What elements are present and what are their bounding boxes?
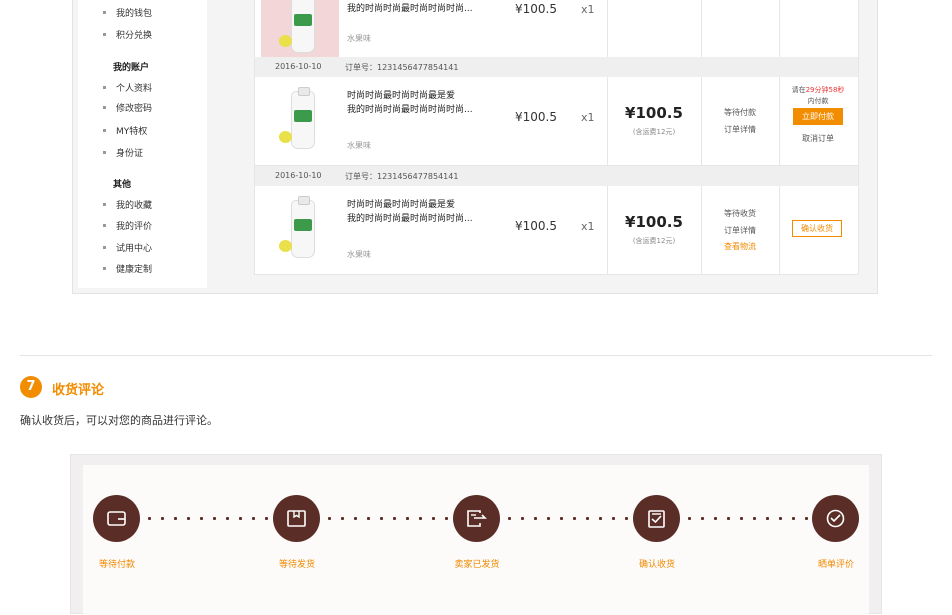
order-total: ¥100.5 [625,213,683,231]
sidebar-item-favorites[interactable]: 我的收藏 [102,198,152,211]
step-connector [143,517,271,520]
step-label-confirm-receipt: 确认收货 [638,560,675,570]
order-number: 订单号：1231456477854141 [345,172,459,181]
pay-now-button[interactable]: 立即付款 [793,108,843,125]
section-divider [20,355,932,356]
product-title-line2[interactable]: 我的时尚时尚最时尚时尚时尚... [347,212,487,226]
lemon-icon [279,240,292,252]
product-image[interactable] [261,0,339,57]
lemon-icon [279,35,292,47]
sidebar-item-points[interactable]: 积分兑换 [102,28,152,41]
check-box-icon [648,510,665,528]
sidebar-item-id-card[interactable]: 身份证 [102,146,143,159]
column-divider [779,186,780,274]
sidebar-item-reviews[interactable]: 我的评价 [102,219,152,232]
sidebar-item-privilege[interactable]: MY特权 [102,124,147,137]
step-label-review: 晒单评价 [817,560,854,570]
product-title[interactable]: 时尚时尚最时尚时尚最是爱 [347,89,487,103]
countdown-suffix: 内付款 [807,97,829,105]
order-date: 2016-10-10 [275,62,322,71]
step-circle-confirm-receipt [633,495,680,542]
step-number-badge: 7 [20,376,42,398]
order-row: 时尚时尚最时尚时尚最是爱 我的时尚时尚最时尚时尚时尚... 水果味 ¥100.5… [255,77,858,166]
product-flavor: 水果味 [347,141,371,150]
order-panel: 我的钱包 积分兑换 我的账户 个人资料 修改密码 MY特权 身份证 其他 我的收… [72,0,878,294]
step-label-shipped: 卖家已发货 [454,560,500,570]
order-detail-link[interactable]: 订单详情 [701,124,779,135]
countdown-prefix: 请在 [791,86,806,94]
product-title-line2[interactable]: 我的时尚时尚最时尚时尚时尚... [347,103,487,117]
countdown-time: 29分钟58秒 [805,86,845,94]
unit-price: ¥100.5 [515,2,557,16]
order-row: 时尚时尚最时尚时尚最是爱 我的时尚时尚最时尚时尚时尚... 水果味 ¥100.5… [255,186,858,275]
confirm-receipt-button[interactable]: 确认收货 [792,220,842,237]
step-connector [503,517,631,520]
order-list: 我的时尚时尚最时尚时尚时尚... 水果味 ¥100.5 x1 2016-10-1… [254,0,859,275]
order-header: 2016-10-10 订单号：1231456477854141 [255,166,858,186]
wallet-icon [107,511,126,526]
column-divider [779,77,780,165]
cancel-order-link[interactable]: 取消订单 [779,133,857,144]
step-circle-pending-payment [93,495,140,542]
step-circle-pending-shipment [273,495,320,542]
shipping-fee: (含运费12元) [632,128,676,136]
product-title[interactable]: 时尚时尚最时尚时尚最是爱 [347,198,487,212]
section-description: 确认收货后，可以对您的商品进行评论。 [20,414,218,427]
product-image[interactable] [261,194,339,262]
order-header: 2016-10-10 订单号：1231456477854141 [255,57,858,77]
order-detail-link[interactable]: 订单详情 [701,225,779,236]
track-logistics-link[interactable]: 查看物流 [701,241,779,252]
sidebar-item-wallet[interactable]: 我的钱包 [102,6,152,19]
step-label-pending-payment: 等待付款 [98,560,135,570]
payment-countdown: 请在29分钟58秒内付款 [789,85,847,107]
bottle-icon [291,0,315,53]
shipping-fee: (含运费12元) [632,237,676,245]
product-image[interactable] [261,85,339,153]
column-divider [701,77,702,165]
step-connector [323,517,451,520]
quantity: x1 [581,3,595,16]
product-flavor: 水果味 [347,250,371,259]
account-sidebar: 我的钱包 积分兑换 我的账户 个人资料 修改密码 MY特权 身份证 其他 我的收… [78,0,207,288]
order-status: 等待收货 [724,209,756,218]
sidebar-item-profile[interactable]: 个人资料 [102,81,152,94]
sidebar-section-account: 我的账户 [113,63,150,73]
lemon-icon [279,131,292,143]
sidebar-item-password[interactable]: 修改密码 [102,101,152,114]
quantity: x1 [581,111,595,124]
unit-price: ¥100.5 [515,110,557,124]
order-flow-diagram: 等待付款 等待发货 卖家已发货 确认收货 晒单评价 [70,454,882,615]
step-connector [683,517,810,520]
order-number: 订单号：1231456477854141 [345,63,459,72]
bottle-icon [291,196,315,258]
order-status: 等待付款 [724,108,756,117]
order-date: 2016-10-10 [275,171,322,180]
step-circle-shipped [453,495,500,542]
step-circle-review [812,495,859,542]
section-title: 收货评论 [52,383,105,398]
order-total: ¥100.5 [625,104,683,122]
step-label-pending-shipment: 等待发货 [278,560,315,570]
order-row: 我的时尚时尚最时尚时尚时尚... 水果味 ¥100.5 x1 [255,0,858,58]
sidebar-section-other: 其他 [113,180,132,190]
unit-price: ¥100.5 [515,219,557,233]
sidebar-item-health[interactable]: 健康定制 [102,262,152,275]
sidebar-item-trial[interactable]: 试用中心 [102,241,152,254]
flow-canvas: 等待付款 等待发货 卖家已发货 确认收货 晒单评价 [83,465,869,615]
product-flavor: 水果味 [347,34,371,43]
truck-icon [467,510,487,527]
quantity: x1 [581,220,595,233]
product-title[interactable]: 我的时尚时尚最时尚时尚时尚... [347,2,487,16]
bottle-icon [291,87,315,149]
box-icon [287,510,306,527]
review-icon [826,509,845,528]
